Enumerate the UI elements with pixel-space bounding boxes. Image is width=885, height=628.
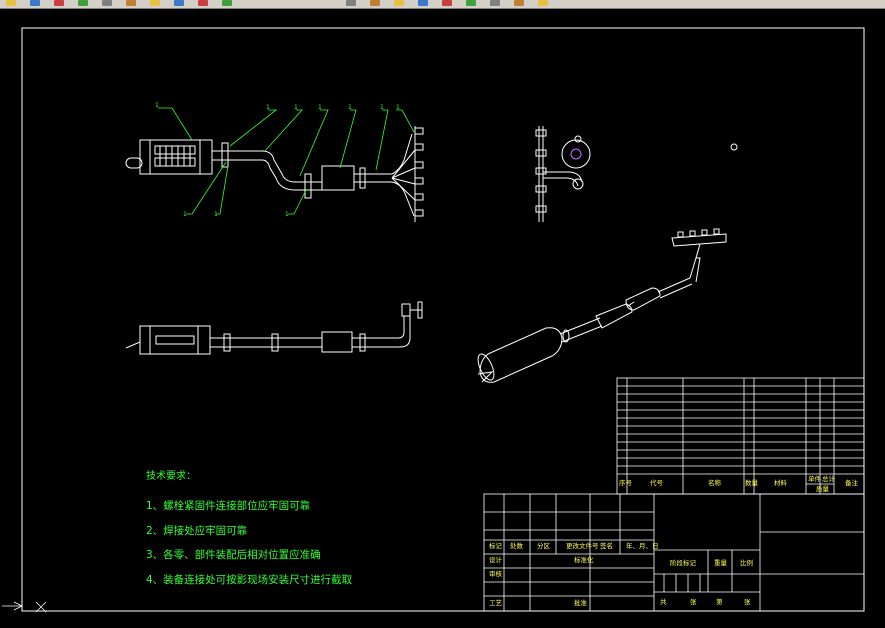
tb-count: 处数 bbox=[510, 542, 523, 550]
title-block bbox=[483, 493, 865, 612]
zoom-icon[interactable] bbox=[370, 0, 380, 6]
undo-icon[interactable] bbox=[198, 0, 208, 6]
tool-palette-icon[interactable] bbox=[490, 0, 500, 6]
bom-col-remarks: 备注 bbox=[845, 479, 858, 487]
pan-icon[interactable] bbox=[346, 0, 356, 6]
print-icon[interactable] bbox=[78, 0, 88, 6]
tb-design: 设计 bbox=[489, 556, 502, 564]
tb-weight: 重量 bbox=[714, 559, 727, 567]
tb-total-sheets: 共 bbox=[660, 598, 667, 606]
balloon-1: 1 bbox=[155, 102, 159, 109]
tb-signature: 签名 bbox=[600, 542, 613, 550]
tb-process: 工艺 bbox=[489, 599, 502, 607]
autocad-toolbar bbox=[0, 0, 885, 9]
properties-icon[interactable] bbox=[442, 0, 452, 6]
tech-req-item: 1、螺栓紧固件连接部位应牢固可靠 bbox=[146, 500, 311, 512]
tb-zone: 分区 bbox=[537, 542, 550, 550]
bom-col-mass: 质量 bbox=[816, 485, 829, 493]
redo-icon[interactable] bbox=[222, 0, 232, 6]
zoom-window-icon[interactable] bbox=[394, 0, 404, 6]
balloon-4: 1 bbox=[318, 104, 322, 111]
balloon-2: 1 bbox=[266, 104, 270, 111]
bom-col-qty: 数量 bbox=[745, 479, 758, 487]
tb-mark: 标记 bbox=[489, 542, 502, 550]
paste-icon[interactable] bbox=[150, 0, 160, 6]
technical-requirements: 技术要求： 1、螺栓紧固件连接部位应牢固可靠 2、焊接处应牢固可靠 3、各零、部… bbox=[146, 470, 352, 592]
tb-change-doc: 更改文件号 bbox=[566, 542, 599, 550]
balloon-7: 1 bbox=[396, 104, 400, 111]
tb-date: 年、月、日 bbox=[626, 542, 659, 550]
calculator-icon[interactable] bbox=[514, 0, 524, 6]
drawing-canvas[interactable]: 1 1 1 1 1 1 1 1 1 1 bbox=[0, 9, 885, 628]
help-icon[interactable] bbox=[538, 0, 548, 6]
bom-col-no: 序号 bbox=[619, 479, 632, 487]
exhaust-side-view bbox=[535, 126, 738, 222]
leader-lines bbox=[158, 107, 415, 215]
new-icon[interactable] bbox=[6, 0, 16, 6]
bom-col-total: 总计 bbox=[822, 475, 835, 483]
bom-col-code: 代号 bbox=[650, 479, 663, 487]
balloon-9: 1 bbox=[214, 211, 218, 218]
design-center-icon[interactable] bbox=[466, 0, 476, 6]
open-icon[interactable] bbox=[30, 0, 40, 6]
exhaust-isometric-view bbox=[477, 228, 727, 383]
exhaust-plan-view bbox=[125, 301, 423, 355]
bom-col-unit: 单件 bbox=[808, 475, 821, 483]
tech-req-title: 技术要求： bbox=[146, 471, 196, 482]
bom-col-material: 材料 bbox=[774, 479, 787, 487]
balloon-6: 1 bbox=[380, 104, 384, 111]
balloon-3: 1 bbox=[294, 104, 298, 111]
tb-sheet-no: 第 bbox=[716, 598, 723, 606]
tb-sheets-unit-1: 张 bbox=[690, 598, 697, 606]
tb-standard: 标准化 bbox=[574, 556, 594, 564]
balloon-8: 1 bbox=[183, 211, 187, 218]
tb-stage: 阶段标记 bbox=[670, 559, 696, 567]
tb-review: 审核 bbox=[489, 570, 502, 578]
cut-icon[interactable] bbox=[102, 0, 112, 6]
copy-icon[interactable] bbox=[126, 0, 136, 6]
tb-approve: 批准 bbox=[574, 599, 587, 607]
balloon-labels: 1 1 1 1 1 1 1 1 1 1 bbox=[155, 102, 400, 218]
bom-col-name: 名称 bbox=[708, 479, 721, 487]
tech-req-item: 2、焊接处应牢固可靠 bbox=[146, 524, 248, 537]
tb-sheets-unit-2: 张 bbox=[744, 598, 751, 606]
balloon-5: 1 bbox=[348, 104, 352, 111]
match-icon[interactable] bbox=[174, 0, 184, 6]
tech-req-item: 3、各零、部件装配后相对位置应准确 bbox=[146, 549, 321, 561]
zoom-previous-icon[interactable] bbox=[418, 0, 428, 6]
balloon-10: 1 bbox=[285, 211, 289, 218]
save-icon[interactable] bbox=[54, 0, 64, 6]
tech-req-item: 4、装备连接处可按影现场安装尺寸进行截取 bbox=[146, 573, 353, 586]
tb-scale: 比例 bbox=[740, 559, 753, 567]
